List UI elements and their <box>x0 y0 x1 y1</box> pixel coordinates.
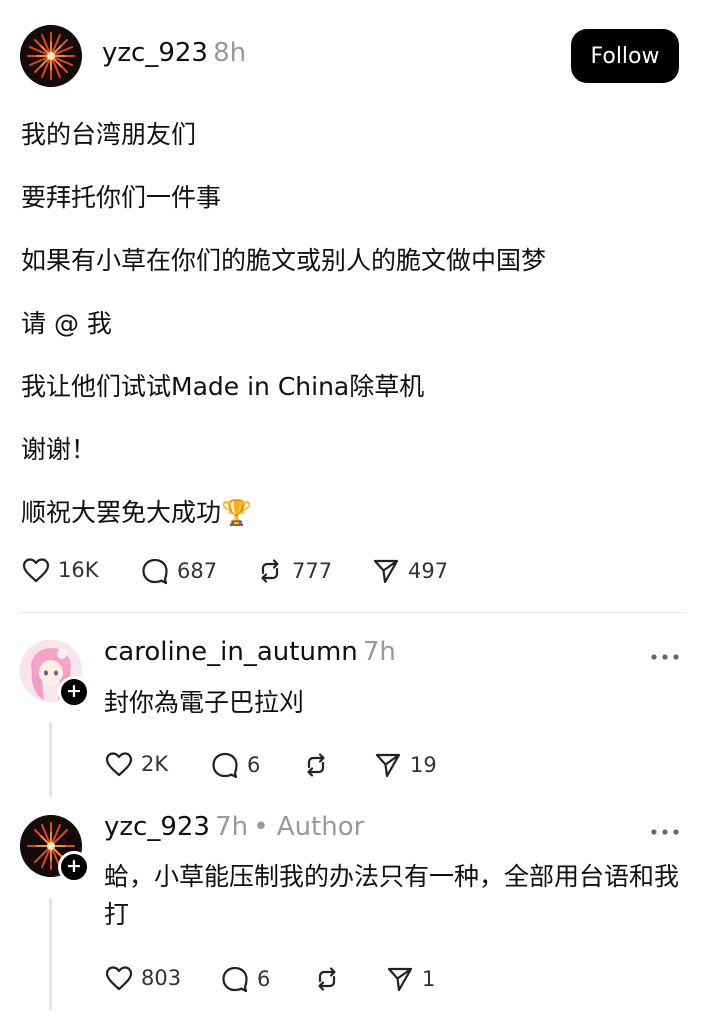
post-line-4: 请 @ 我 <box>21 309 112 338</box>
reply-time: 7h <box>215 812 249 842</box>
reply-comment-button[interactable]: 6 <box>211 751 260 779</box>
post-line-1: 我的台湾朋友们 <box>21 120 197 149</box>
post-line-7: 顺祝大罢免大成功🏆 <box>21 498 253 527</box>
repost-icon <box>318 967 336 991</box>
reply-author-line: yzc_923 7h • Author <box>104 812 364 842</box>
share-count: 497 <box>408 559 449 583</box>
post-line-2: 要拜托你们一件事 <box>21 183 222 212</box>
post-author-line: yzc_923 8h <box>102 38 246 68</box>
reply-repost-button[interactable] <box>302 751 338 779</box>
post-line-3: 如果有小草在你们的脆文或别人的脆文做中国梦 <box>21 246 547 275</box>
reply-thread-line <box>49 898 52 1010</box>
repost-count: 777 <box>292 559 333 583</box>
reply-follow-plus-badge[interactable]: + <box>58 676 90 708</box>
firework-avatar-image <box>20 25 82 87</box>
reply-text: 蛤，小草能压制我的办法只有一种，全部用台语和我打 <box>104 862 680 929</box>
post-divider <box>20 612 686 613</box>
heart-icon <box>22 558 50 583</box>
paper-plane-icon <box>375 753 401 778</box>
reply-like-count: 2K <box>141 752 169 776</box>
reply-author-line: caroline_in_autumn 7h <box>104 637 396 667</box>
post-line-5: 我让他们试试Made in China除草机 <box>21 372 425 401</box>
reply-time: 7h <box>362 637 396 667</box>
reply-like-button[interactable]: 803 <box>105 965 181 991</box>
comment-button[interactable]: 687 <box>141 557 217 585</box>
paper-plane-icon <box>373 559 399 584</box>
comment-count: 687 <box>177 559 218 583</box>
reply-more-button[interactable] <box>650 639 680 669</box>
like-count: 16K <box>58 558 99 582</box>
reply-share-button[interactable]: 19 <box>374 751 437 779</box>
author-tag: • Author <box>253 812 365 842</box>
reply-repost-button[interactable] <box>313 965 349 993</box>
reply-comment-count: 6 <box>247 753 261 777</box>
follow-button-label: Follow <box>590 43 660 69</box>
reply-more-button[interactable] <box>650 814 680 844</box>
comment-bubble-icon <box>142 558 168 585</box>
reply-thread-line <box>49 722 52 796</box>
reply-share-count: 19 <box>410 753 437 777</box>
more-dots-icon <box>651 829 679 835</box>
reply-username[interactable]: yzc_923 <box>104 812 210 842</box>
post-username[interactable]: yzc_923 <box>102 38 208 68</box>
reply-share-count: 1 <box>422 967 436 991</box>
reply-text: 封你為電子巴拉刈 <box>104 688 305 717</box>
more-dots-icon <box>651 654 679 660</box>
reply-username[interactable]: caroline_in_autumn <box>104 637 358 667</box>
plus-icon: + <box>66 680 82 702</box>
heart-icon <box>105 752 133 777</box>
post-time: 8h <box>213 38 247 68</box>
repost-icon <box>261 559 279 583</box>
like-button[interactable]: 16K <box>22 557 99 583</box>
repost-button[interactable]: 777 <box>256 557 332 585</box>
paper-plane-icon <box>387 967 413 992</box>
reply-follow-plus-badge[interactable]: + <box>58 851 90 883</box>
plus-icon: + <box>66 855 82 877</box>
heart-icon <box>105 966 133 991</box>
follow-button[interactable]: Follow <box>571 29 679 83</box>
reply-comment-button[interactable]: 6 <box>221 965 270 993</box>
comment-bubble-icon <box>222 966 248 993</box>
reply-share-button[interactable]: 1 <box>386 965 435 993</box>
post-avatar[interactable] <box>20 25 82 87</box>
reply-like-button[interactable]: 2K <box>105 751 168 777</box>
comment-bubble-icon <box>212 752 238 779</box>
reply-like-count: 803 <box>141 966 182 990</box>
reply-comment-count: 6 <box>257 967 271 991</box>
repost-icon <box>307 753 325 777</box>
post-line-6: 谢谢！ <box>21 435 97 464</box>
share-button[interactable]: 497 <box>372 557 448 585</box>
